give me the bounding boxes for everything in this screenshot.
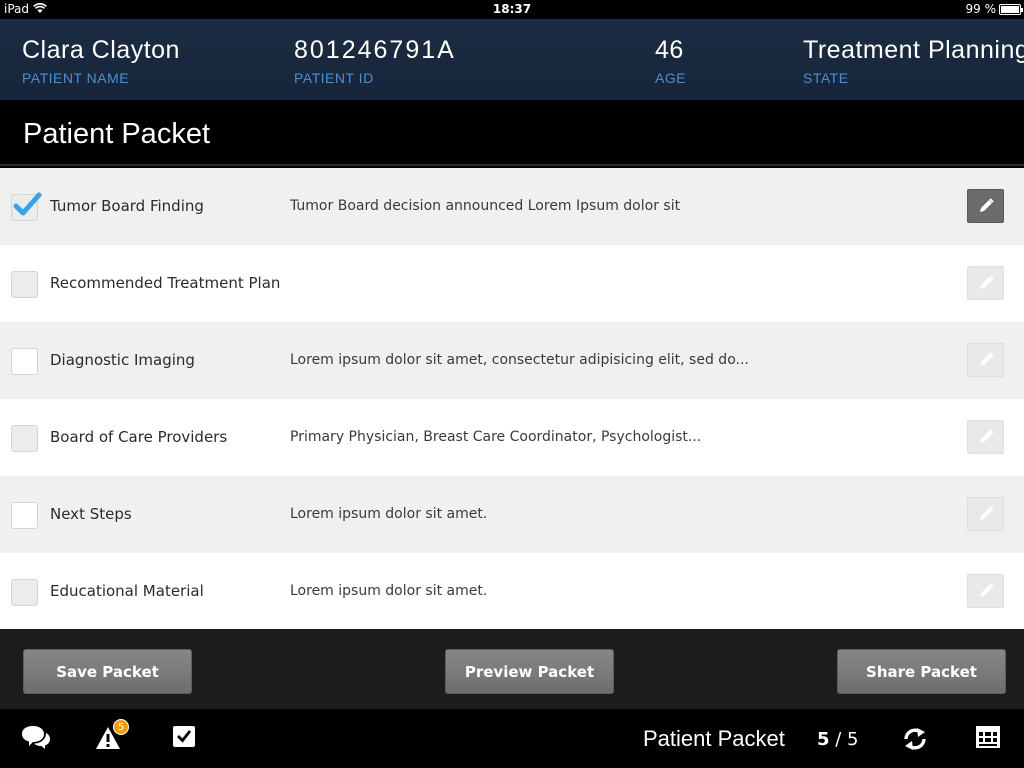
item-checkbox[interactable]: [11, 348, 38, 375]
status-bar: iPad 18:37 99 %: [0, 0, 1024, 19]
list-item-tumor-board-finding: Tumor Board Finding Tumor Board decision…: [0, 168, 1024, 245]
clock: 18:37: [492, 2, 532, 16]
grid-icon[interactable]: [975, 724, 1001, 754]
patient-state-field: Treatment Planning STATE: [803, 35, 1024, 86]
edit-button[interactable]: [967, 266, 1004, 300]
item-description: Primary Physician, Breast Care Coordinat…: [290, 429, 702, 445]
item-checkbox[interactable]: [11, 192, 42, 221]
edit-button[interactable]: [967, 497, 1004, 531]
title-bar: Patient Packet: [0, 100, 1024, 166]
item-checkbox[interactable]: [11, 502, 38, 529]
packet-item-list: Tumor Board Finding Tumor Board decision…: [0, 168, 1024, 630]
bottom-title: Patient Packet: [643, 726, 785, 751]
patient-age: 46: [655, 36, 684, 64]
pencil-icon: [979, 352, 994, 366]
battery-percent: 99 %: [965, 2, 997, 16]
patient-id: 801246791A: [294, 36, 456, 64]
edit-button[interactable]: [967, 420, 1004, 454]
list-item-next-steps: Next Steps Lorem ipsum dolor sit amet.: [0, 476, 1024, 553]
page-title: Patient Packet: [23, 118, 210, 150]
bottom-bar: 5 Patient Packet 5 / 5: [0, 709, 1024, 768]
edit-button[interactable]: [967, 343, 1004, 377]
battery-icon: [999, 4, 1023, 15]
pencil-icon: [979, 506, 994, 520]
item-name: Board of Care Providers: [50, 428, 228, 446]
patient-state: Treatment Planning: [803, 36, 1024, 64]
page-current: 5: [817, 729, 830, 750]
item-description: Lorem ipsum dolor sit amet.: [290, 506, 488, 522]
page-indicator: 5 / 5: [817, 729, 859, 750]
item-description: Tumor Board decision announced Lorem Ips…: [290, 198, 681, 214]
patient-id-label: PATIENT ID: [294, 70, 374, 86]
item-checkbox[interactable]: [11, 425, 38, 452]
chat-icon[interactable]: [20, 724, 52, 756]
patient-age-label: AGE: [655, 70, 687, 86]
item-checkbox[interactable]: [11, 271, 38, 298]
check-icon: [13, 192, 42, 216]
item-name: Recommended Treatment Plan: [50, 274, 281, 292]
patient-id-field: 801246791A PATIENT ID: [294, 35, 456, 86]
item-description: Lorem ipsum dolor sit amet, consectetur …: [290, 352, 749, 368]
patient-state-label: STATE: [803, 70, 849, 86]
pencil-icon: [979, 583, 994, 597]
alert-count-badge: 5: [113, 719, 129, 735]
save-packet-button[interactable]: Save Packet: [23, 649, 192, 694]
list-item-board-of-care-providers: Board of Care Providers Primary Physicia…: [0, 399, 1024, 476]
list-item-recommended-treatment-plan: Recommended Treatment Plan: [0, 245, 1024, 322]
sync-icon[interactable]: [902, 724, 928, 758]
item-name: Educational Material: [50, 582, 204, 600]
page-separator: /: [829, 729, 848, 750]
edit-button[interactable]: [967, 574, 1004, 608]
share-packet-button[interactable]: Share Packet: [837, 649, 1006, 694]
item-name: Tumor Board Finding: [50, 197, 204, 215]
edit-button[interactable]: [967, 189, 1004, 223]
patient-name: Clara Clayton: [22, 36, 180, 64]
pencil-icon: [979, 429, 994, 443]
patient-header: Clara Clayton PATIENT NAME 801246791A PA…: [0, 19, 1024, 100]
preview-packet-button[interactable]: Preview Packet: [445, 649, 614, 694]
action-bar: Save Packet Preview Packet Share Packet: [0, 629, 1024, 709]
patient-age-field: 46 AGE: [655, 35, 686, 86]
item-name: Diagnostic Imaging: [50, 351, 195, 369]
patient-name-field: Clara Clayton PATIENT NAME: [22, 35, 180, 86]
item-description: Lorem ipsum dolor sit amet.: [290, 583, 488, 599]
patient-name-label: PATIENT NAME: [22, 70, 130, 86]
item-checkbox[interactable]: [11, 579, 38, 606]
list-item-educational-material: Educational Material Lorem ipsum dolor s…: [0, 553, 1024, 630]
item-name: Next Steps: [50, 505, 132, 523]
page-total: 5: [847, 729, 859, 750]
list-item-diagnostic-imaging: Diagnostic Imaging Lorem ipsum dolor sit…: [0, 322, 1024, 399]
pencil-icon: [979, 198, 994, 212]
checkbox-icon[interactable]: [172, 724, 196, 752]
pencil-icon: [979, 275, 994, 289]
